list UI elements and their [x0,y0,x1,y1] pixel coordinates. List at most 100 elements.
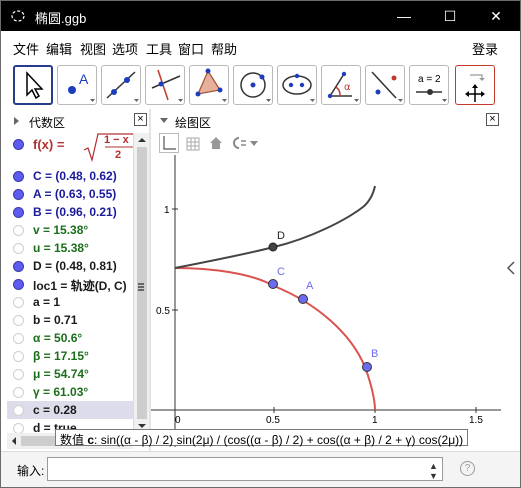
visibility-toggle[interactable] [13,189,24,200]
ellipse-curve[interactable] [174,267,376,411]
line-tool-button[interactable] [101,65,141,105]
collapse-right-icon[interactable] [13,116,21,126]
list-item[interactable]: A = (0.63, 0.55) [7,185,133,203]
menu-view[interactable]: 视图 [80,39,106,58]
axes-icon [163,136,176,150]
minimize-button[interactable]: — [381,1,427,31]
menu-file[interactable]: 文件 [13,39,39,58]
point-D-label: D [277,230,285,242]
point-A-label: A [306,280,314,292]
point-D[interactable] [268,242,278,252]
algebra-item-text: loc1 = 轨迹(D, C) [33,279,127,293]
close-algebra-view-icon[interactable]: × [134,113,147,126]
point-A[interactable] [298,294,308,304]
toolbar: A α a = 2 [1,59,520,109]
menu-tools[interactable]: 工具 [146,39,172,58]
axes-toggle-button[interactable] [159,133,179,153]
algebra-view-header: 代数区 × [7,111,149,131]
list-item[interactable]: B = (0.96, 0.21) [7,203,133,221]
list-item[interactable]: u = 15.38° [7,239,133,257]
list-item[interactable]: loc1 = 轨迹(D, C) [7,275,133,293]
polygon-tool-button[interactable] [189,65,229,105]
point-C-label: C [277,266,285,278]
visibility-toggle[interactable] [13,315,24,326]
point-capturing-icon[interactable] [229,136,259,150]
move-tool-button[interactable] [13,65,53,105]
x-tick-label-1-5: 1.5 [469,415,483,426]
point-C[interactable] [268,279,278,289]
perpendicular-tool-button[interactable] [145,65,185,105]
visibility-toggle[interactable] [13,369,24,380]
reflect-tool-button[interactable] [365,65,405,105]
input-history-toggle-icon[interactable]: ▲ ▼ [429,461,438,481]
visibility-toggle[interactable] [13,297,24,308]
visibility-toggle[interactable] [13,405,24,416]
collapse-down-icon[interactable] [159,117,169,125]
algebra-item-text: u = 15.38° [33,241,89,255]
visibility-toggle[interactable] [13,387,24,398]
visibility-toggle[interactable] [13,423,24,433]
list-item[interactable]: γ = 61.03° [7,383,133,401]
arrow-cursor-icon [26,71,44,100]
visibility-toggle[interactable] [13,207,24,218]
home-icon[interactable] [209,136,223,150]
angle-tool-button[interactable]: α [321,65,361,105]
graphics-canvas[interactable]: 0 0.5 1 1.5 1 0.5 C A B D [151,155,501,447]
algebra-item-text: A = (0.63, 0.55) [33,187,117,201]
list-item[interactable]: c = 0.28 [7,401,133,419]
list-item[interactable]: β = 17.15° [7,347,133,365]
x-tick-label-0-5: 0.5 [266,415,280,426]
graphics-view-title: 绘图区 [175,116,212,130]
circle-tool-button[interactable] [233,65,273,105]
move-graphics-tool-button[interactable] [455,65,495,105]
algebra-item-text: γ = 61.03° [33,385,89,399]
graphics-view-header: 绘图区 × [151,111,501,131]
input-label: 输入: [17,464,45,478]
scroll-left-icon[interactable] [11,436,17,446]
slider-icon: a = 2 [416,74,447,102]
list-item[interactable]: C = (0.48, 0.62) [7,167,133,185]
maximize-button[interactable]: ☐ [427,1,473,31]
visibility-toggle[interactable] [13,333,24,344]
expand-side-panel-icon[interactable] [505,261,517,275]
list-item[interactable]: μ = 54.74° [7,365,133,383]
visibility-toggle[interactable] [13,261,24,272]
list-item-function-f[interactable]: f(x) = 1 − x 2 [7,133,133,165]
point-tool-button[interactable]: A [57,65,97,105]
list-item[interactable]: a = 1 [7,293,133,311]
close-button[interactable]: ✕ [473,1,519,31]
algebra-item-text: D = (0.48, 0.81) [33,259,117,273]
menu-window[interactable]: 窗口 [178,39,204,58]
ellipse-tool-button[interactable] [277,65,317,105]
visibility-toggle[interactable] [13,171,24,182]
list-item[interactable]: v = 15.38° [7,221,133,239]
list-item[interactable]: b = 0.71 [7,311,133,329]
slider-tool-button[interactable]: a = 2 [409,65,449,105]
point-A-icon: A [68,71,95,102]
menu-edit[interactable]: 编辑 [46,39,72,58]
visibility-toggle[interactable] [13,279,24,290]
visibility-toggle[interactable] [13,139,24,150]
locus-curve[interactable] [174,185,376,269]
menu-options[interactable]: 选项 [112,39,138,58]
input-help-icon[interactable]: ? [460,461,475,476]
scroll-up-icon[interactable] [137,137,147,143]
x-tick-label-0: 0 [175,415,181,426]
point-B[interactable] [362,362,372,372]
list-item[interactable]: D = (0.48, 0.81) [7,257,133,275]
list-item[interactable]: α = 50.6° [7,329,133,347]
grid-icon[interactable] [185,136,201,152]
triangle-icon [195,68,227,102]
drag-handle-icon[interactable] [138,283,144,291]
input-field[interactable] [47,457,443,481]
geogebra-logo-icon [11,10,25,22]
line-through-points-icon [106,71,139,102]
algebra-item-text: v = 15.38° [33,223,89,237]
visibility-toggle[interactable] [13,243,24,254]
visibility-toggle[interactable] [13,225,24,236]
menu-help[interactable]: 帮助 [211,39,237,58]
tooltip: 数值 c: sin((α - β) / 2) sin(2μ) / (cos((α… [55,429,469,447]
visibility-toggle[interactable] [13,351,24,362]
close-graphics-view-icon[interactable]: × [486,113,499,126]
login-link[interactable]: 登录 [472,39,498,58]
